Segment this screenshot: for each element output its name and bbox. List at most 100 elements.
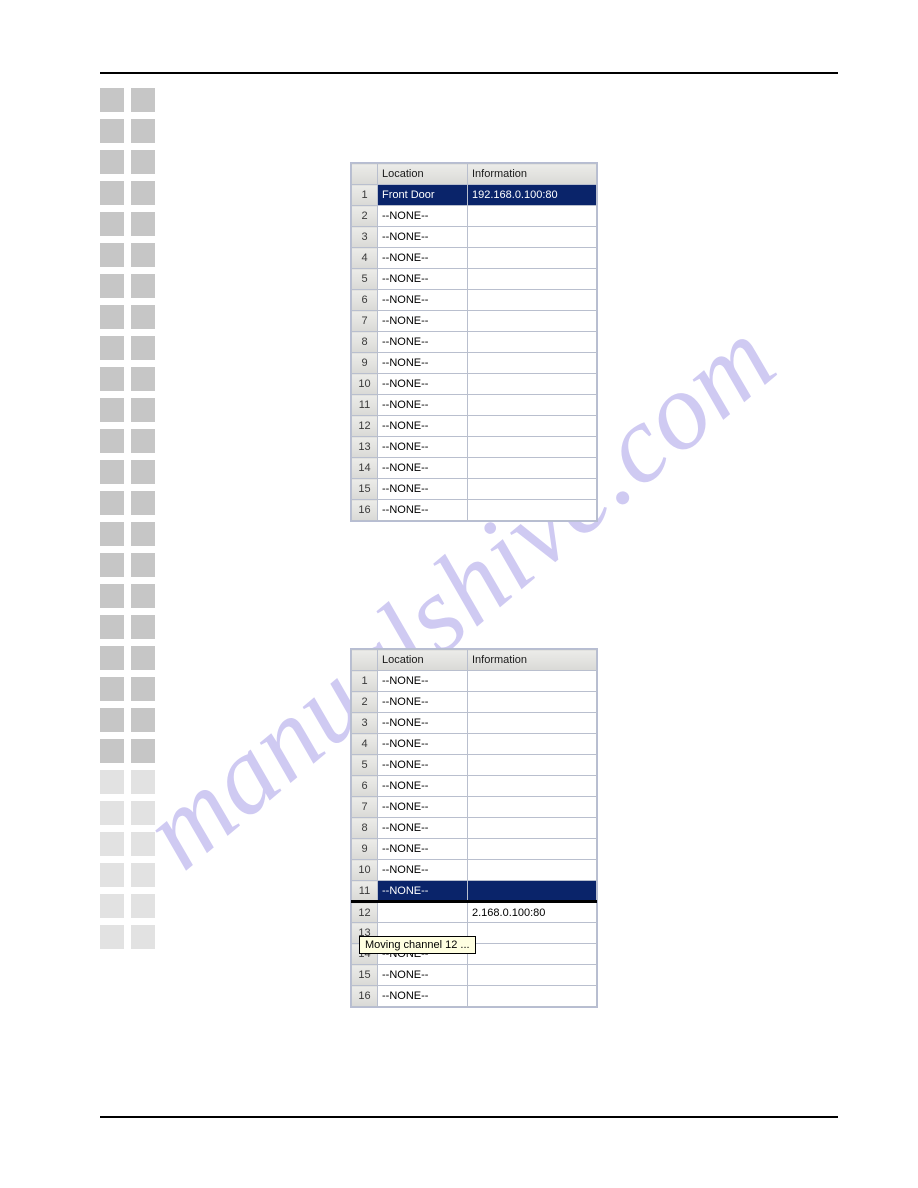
table-row[interactable]: 12--NONE-- <box>352 416 597 437</box>
row-number[interactable]: 12 <box>352 416 378 437</box>
cell-location[interactable]: --NONE-- <box>378 416 468 437</box>
cell-location[interactable]: --NONE-- <box>378 479 468 500</box>
table-row[interactable]: 10--NONE-- <box>352 374 597 395</box>
row-number[interactable]: 3 <box>352 713 378 734</box>
table-row[interactable]: 7--NONE-- <box>352 797 597 818</box>
row-number[interactable]: 1 <box>352 671 378 692</box>
cell-information[interactable] <box>468 458 597 479</box>
cell-information[interactable] <box>468 965 597 986</box>
cell-location[interactable]: --NONE-- <box>378 755 468 776</box>
cell-information[interactable] <box>468 839 597 860</box>
table-row[interactable]: 16--NONE-- <box>352 500 597 521</box>
cell-location[interactable]: --NONE-- <box>378 818 468 839</box>
cell-location[interactable]: --NONE-- <box>378 311 468 332</box>
table-row[interactable]: 122.168.0.100:80 <box>352 902 597 923</box>
cell-information[interactable] <box>468 860 597 881</box>
cell-information[interactable]: 192.168.0.100:80 <box>468 185 597 206</box>
cell-location[interactable]: --NONE-- <box>378 395 468 416</box>
cell-information[interactable] <box>468 734 597 755</box>
cell-location[interactable]: --NONE-- <box>378 458 468 479</box>
cell-information[interactable] <box>468 500 597 521</box>
cell-information[interactable] <box>468 395 597 416</box>
cell-location[interactable]: --NONE-- <box>378 965 468 986</box>
cell-information[interactable] <box>468 944 597 965</box>
cell-location[interactable]: --NONE-- <box>378 986 468 1007</box>
cell-location[interactable] <box>378 902 468 923</box>
table-row[interactable]: 1--NONE-- <box>352 671 597 692</box>
cell-location[interactable]: --NONE-- <box>378 269 468 290</box>
row-number[interactable]: 15 <box>352 965 378 986</box>
row-number[interactable]: 5 <box>352 269 378 290</box>
cell-location[interactable]: --NONE-- <box>378 437 468 458</box>
cell-location[interactable]: --NONE-- <box>378 671 468 692</box>
cell-location[interactable]: --NONE-- <box>378 797 468 818</box>
table-row[interactable]: 1Front Door192.168.0.100:80 <box>352 185 597 206</box>
row-number[interactable]: 2 <box>352 206 378 227</box>
channel-table-2[interactable]: Location Information 1--NONE--2--NONE--3… <box>350 648 598 1008</box>
row-number[interactable]: 11 <box>352 395 378 416</box>
cell-information[interactable] <box>468 353 597 374</box>
cell-location[interactable]: --NONE-- <box>378 332 468 353</box>
row-number[interactable]: 9 <box>352 839 378 860</box>
table-row[interactable]: 2--NONE-- <box>352 206 597 227</box>
row-number[interactable]: 6 <box>352 290 378 311</box>
cell-location[interactable]: Front Door <box>378 185 468 206</box>
row-number[interactable]: 3 <box>352 227 378 248</box>
table-row[interactable]: 9--NONE-- <box>352 353 597 374</box>
cell-information[interactable] <box>468 437 597 458</box>
cell-location[interactable]: --NONE-- <box>378 860 468 881</box>
table-row[interactable]: 15--NONE-- <box>352 965 597 986</box>
cell-information[interactable] <box>468 881 597 902</box>
table-row[interactable]: 10--NONE-- <box>352 860 597 881</box>
table-row[interactable]: 8--NONE-- <box>352 818 597 839</box>
cell-location[interactable]: --NONE-- <box>378 500 468 521</box>
cell-information[interactable]: 2.168.0.100:80 <box>468 902 597 923</box>
cell-information[interactable] <box>468 776 597 797</box>
cell-information[interactable] <box>468 713 597 734</box>
cell-information[interactable] <box>468 269 597 290</box>
row-number[interactable]: 7 <box>352 311 378 332</box>
cell-location[interactable]: --NONE-- <box>378 248 468 269</box>
table-row[interactable]: 16--NONE-- <box>352 986 597 1007</box>
header-location[interactable]: Location <box>378 650 468 671</box>
cell-location[interactable]: --NONE-- <box>378 881 468 902</box>
row-number[interactable]: 7 <box>352 797 378 818</box>
row-number[interactable]: 6 <box>352 776 378 797</box>
table-row[interactable]: 9--NONE-- <box>352 839 597 860</box>
cell-information[interactable] <box>468 206 597 227</box>
row-number[interactable]: 16 <box>352 500 378 521</box>
cell-location[interactable]: --NONE-- <box>378 374 468 395</box>
cell-information[interactable] <box>468 818 597 839</box>
table-row[interactable]: 14--NONE-- <box>352 458 597 479</box>
cell-location[interactable]: --NONE-- <box>378 839 468 860</box>
table-row[interactable]: 3--NONE-- <box>352 713 597 734</box>
table-row[interactable]: 8--NONE-- <box>352 332 597 353</box>
cell-information[interactable] <box>468 755 597 776</box>
row-number[interactable]: 13 <box>352 437 378 458</box>
table-row[interactable]: 7--NONE-- <box>352 311 597 332</box>
row-number[interactable]: 10 <box>352 860 378 881</box>
table-row[interactable]: 11--NONE-- <box>352 881 597 902</box>
cell-information[interactable] <box>468 248 597 269</box>
cell-location[interactable]: --NONE-- <box>378 290 468 311</box>
table-row[interactable]: 6--NONE-- <box>352 290 597 311</box>
cell-information[interactable] <box>468 986 597 1007</box>
cell-information[interactable] <box>468 374 597 395</box>
row-number[interactable]: 5 <box>352 755 378 776</box>
table-row[interactable]: 3--NONE-- <box>352 227 597 248</box>
cell-location[interactable]: --NONE-- <box>378 227 468 248</box>
cell-location[interactable]: --NONE-- <box>378 776 468 797</box>
cell-information[interactable] <box>468 227 597 248</box>
header-information[interactable]: Information <box>468 164 597 185</box>
cell-location[interactable]: --NONE-- <box>378 734 468 755</box>
cell-location[interactable]: --NONE-- <box>378 353 468 374</box>
table-row[interactable]: 15--NONE-- <box>352 479 597 500</box>
cell-information[interactable] <box>468 692 597 713</box>
channel-table-1[interactable]: Location Information 1Front Door192.168.… <box>350 162 598 522</box>
cell-information[interactable] <box>468 416 597 437</box>
table-row[interactable]: 5--NONE-- <box>352 755 597 776</box>
row-number[interactable]: 16 <box>352 986 378 1007</box>
table-row[interactable]: 2--NONE-- <box>352 692 597 713</box>
table-row[interactable]: 4--NONE-- <box>352 248 597 269</box>
row-number[interactable]: 8 <box>352 818 378 839</box>
